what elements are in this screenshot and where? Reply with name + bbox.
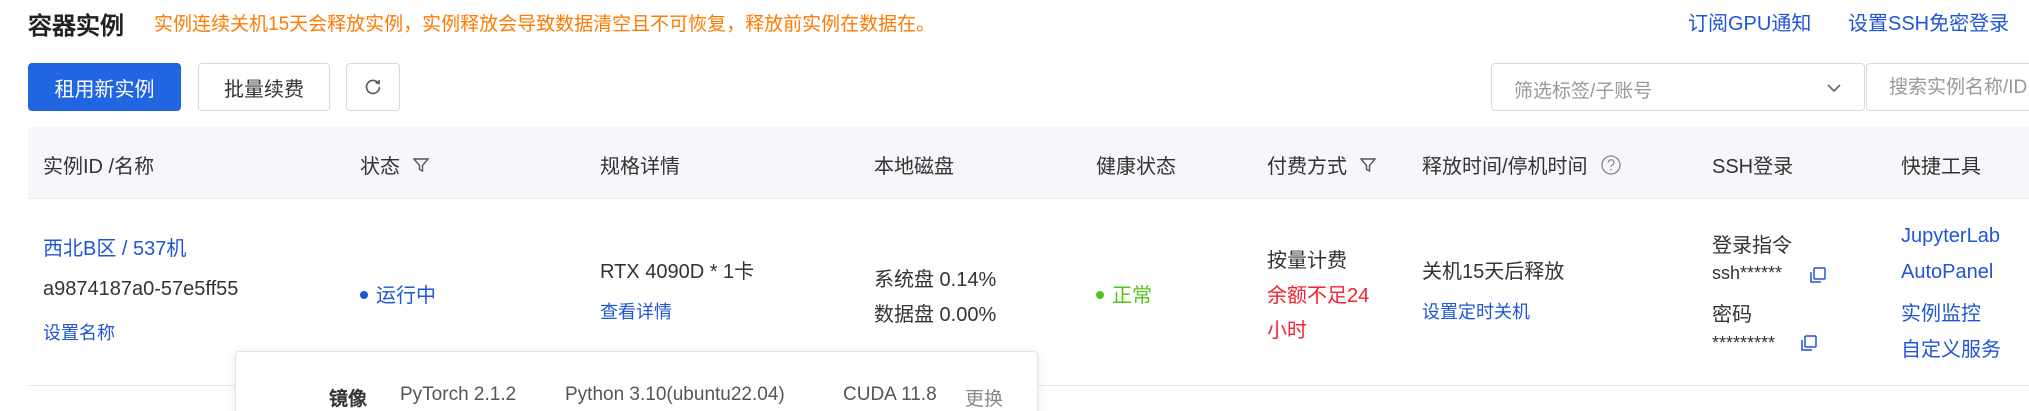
refresh-button[interactable]: [346, 63, 400, 111]
rent-new-instance-button[interactable]: 租用新实例: [28, 63, 181, 111]
ssh-password-label: 密码: [1712, 304, 1752, 326]
image-label: 镜像: [329, 389, 368, 410]
col-billing[interactable]: 付费方式: [1267, 150, 1377, 179]
col-ssh-login: SSH登录: [1712, 156, 1794, 178]
tag-subaccount-select[interactable]: 筛选标签/子账号: [1491, 63, 1865, 111]
ssh-password-value: *********: [1712, 333, 1776, 353]
set-name-link[interactable]: 设置名称: [43, 319, 115, 345]
copy-icon[interactable]: [1799, 333, 1819, 353]
balance-warning-line2: 小时: [1267, 320, 1307, 342]
change-image-link[interactable]: 更换: [965, 384, 1003, 411]
col-release-time: 释放时间/停机时间: [1422, 150, 1622, 179]
pytorch-version: PyTorch 2.1.2: [400, 384, 517, 405]
region-machine-link[interactable]: 西北B区 / 537机: [43, 232, 186, 261]
help-circle-icon[interactable]: [1600, 154, 1622, 176]
health-status: 正常: [1096, 279, 1152, 308]
col-status[interactable]: 状态: [360, 150, 430, 179]
data-disk-usage: 数据盘 0.00%: [874, 304, 997, 326]
set-scheduled-shutdown-link[interactable]: 设置定时关机: [1422, 298, 1530, 324]
tool-autopanel-link[interactable]: AutoPanel: [1901, 261, 1993, 284]
chevron-down-icon: [1827, 84, 1841, 93]
page-title: 容器实例: [28, 13, 124, 40]
col-local-disk: 本地磁盘: [874, 156, 954, 178]
tool-instance-monitor-link[interactable]: 实例监控: [1901, 297, 1981, 326]
col-health: 健康状态: [1096, 156, 1176, 178]
python-version: Python 3.10(ubuntu22.04): [565, 384, 785, 405]
batch-renew-button[interactable]: 批量续费: [198, 63, 330, 111]
ssh-login-cmd-label: 登录指令: [1712, 235, 1792, 257]
ssh-cmd-value: ssh******: [1712, 263, 1783, 283]
cuda-version: CUDA 11.8: [843, 384, 937, 405]
search-input[interactable]: [1889, 74, 2029, 102]
health-dot: [1096, 290, 1104, 299]
ssh-passwordless-link[interactable]: 设置SSH免密登录: [1848, 7, 2009, 36]
tag-filter-placeholder: 筛选标签/子账号: [1514, 81, 1653, 102]
spec-gpu: RTX 4090D * 1卡: [600, 261, 755, 283]
release-notice: 实例连续关机15天会释放实例，实例释放会导致数据清空且不可恢复，释放前实例在数据…: [154, 14, 936, 35]
refresh-icon: [365, 79, 381, 95]
search-box[interactable]: [1866, 63, 2029, 111]
release-policy: 关机15天后释放: [1422, 261, 1565, 283]
tool-custom-service-link[interactable]: 自定义服务: [1901, 333, 2001, 362]
col-spec: 规格详情: [600, 156, 680, 178]
system-disk-usage: 系统盘 0.14%: [874, 269, 997, 291]
copy-icon[interactable]: [1808, 265, 1828, 285]
filter-icon[interactable]: [1359, 156, 1377, 174]
subscribe-gpu-link[interactable]: 订阅GPU通知: [1688, 7, 1811, 36]
filter-icon[interactable]: [412, 156, 430, 174]
tool-jupyterlab-link[interactable]: JupyterLab: [1901, 225, 2000, 248]
instance-id: a9874187a0-57e5ff55: [43, 278, 239, 300]
view-spec-detail-link[interactable]: 查看详情: [600, 298, 672, 324]
billing-method: 按量计费: [1267, 250, 1347, 272]
balance-warning-line1: 余额不足24: [1267, 285, 1370, 307]
status-dot: [360, 290, 368, 299]
col-instance-id: 实例ID /名称: [43, 156, 155, 178]
col-quick-tools: 快捷工具: [1901, 156, 1981, 178]
status-running: 运行中: [360, 279, 436, 308]
